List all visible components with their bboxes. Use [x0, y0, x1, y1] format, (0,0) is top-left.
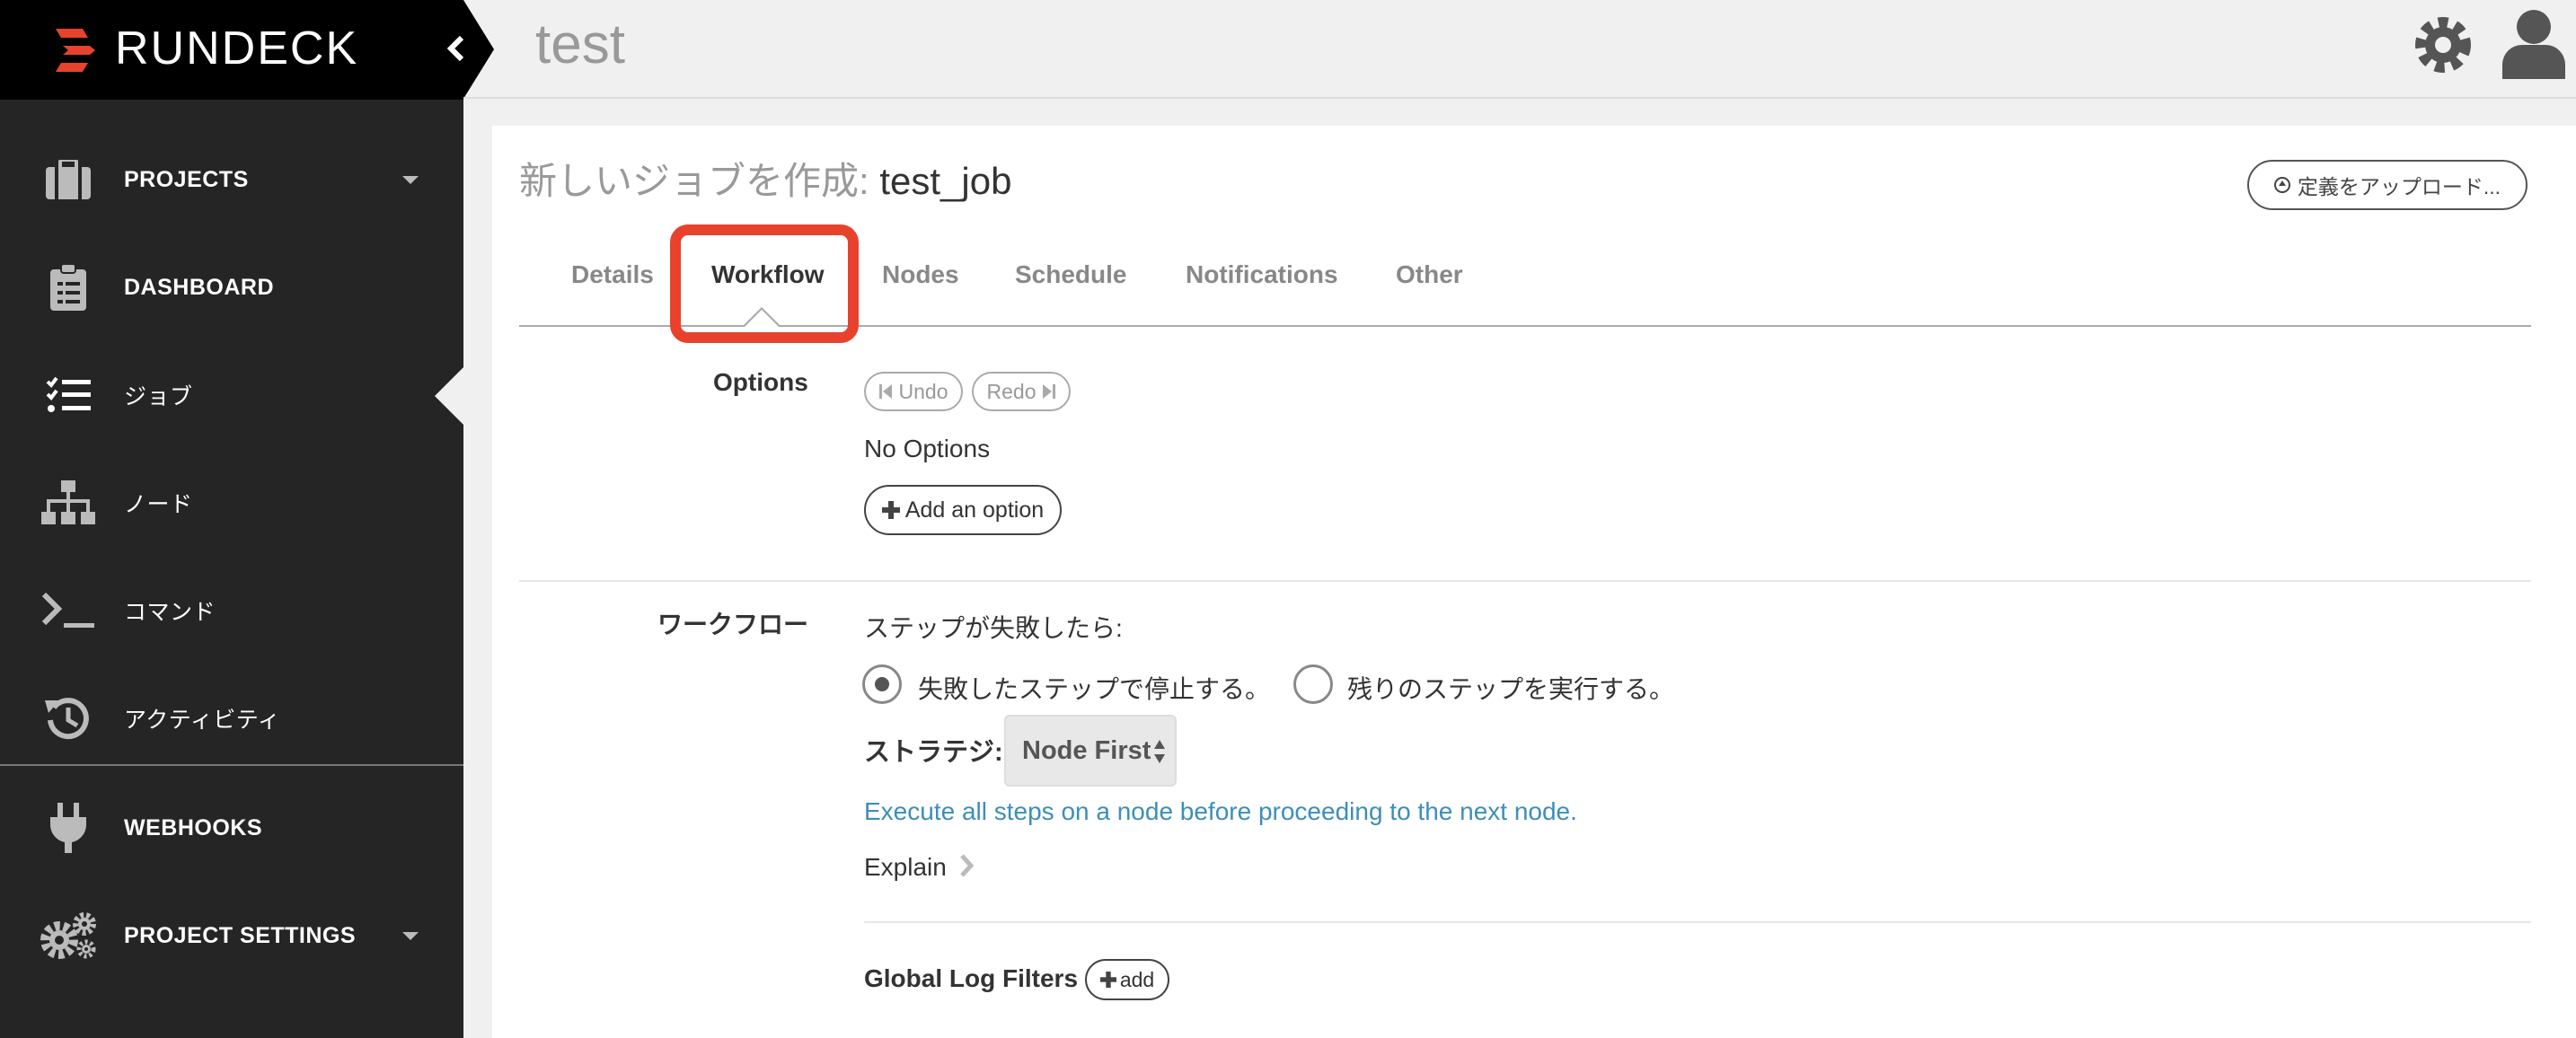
strategy-description: Execute all steps on a node before proce…	[864, 797, 1577, 825]
add-option-button[interactable]: Add an option	[864, 485, 1062, 535]
sidebar-item-project-settings[interactable]: PROJECT SETTINGS	[0, 893, 463, 979]
node-tree-icon	[40, 474, 97, 532]
skip-back-icon	[878, 384, 892, 399]
skip-forward-icon	[1043, 384, 1056, 399]
settings-button[interactable]	[2411, 13, 2475, 77]
sidebar-item-commands[interactable]: コマンド	[0, 567, 463, 654]
tab-other[interactable]: Other	[1396, 257, 1463, 293]
radio-stop-label[interactable]: 失敗したステップで停止する。	[918, 670, 1270, 706]
title-prefix: 新しいジョブを作成:	[519, 160, 869, 202]
tab-details[interactable]: Details	[571, 257, 654, 293]
upload-definition-label: 定義をアップロード...	[2297, 175, 2501, 198]
upload-icon	[2273, 177, 2290, 193]
briefcase-icon	[40, 151, 97, 208]
user-icon	[2502, 10, 2565, 79]
gear-icon	[2415, 17, 2471, 73]
redo-label: Redo	[986, 379, 1037, 403]
tab-notifications[interactable]: Notifications	[1186, 257, 1338, 293]
sidebar-item-nodes[interactable]: ノード	[0, 460, 463, 546]
project-title: test	[535, 13, 625, 75]
job-name: test_job	[879, 160, 1012, 202]
sidebar-item-label: PROJECTS	[124, 166, 249, 192]
strategy-select[interactable]: Node First	[1004, 715, 1177, 787]
brand-name: RUNDECK	[115, 22, 359, 75]
options-section-label: Options	[713, 368, 808, 396]
tab-nodes[interactable]: Nodes	[882, 257, 959, 293]
sidebar-item-dashboard[interactable]: DASHBOARD	[0, 244, 463, 330]
strategy-label: ストラテジ:	[864, 738, 1003, 767]
job-list-icon	[40, 366, 97, 424]
radio-continue-label[interactable]: 残りのステップを実行する。	[1347, 670, 1674, 706]
radio-continue-on-fail[interactable]	[1293, 664, 1333, 704]
user-menu-button[interactable]	[2502, 9, 2565, 79]
undo-label: Undo	[898, 379, 948, 403]
chevron-down-icon	[402, 175, 419, 184]
active-item-pointer	[435, 367, 463, 425]
sidebar-item-label: ノード	[124, 492, 193, 517]
highlight-annotation	[670, 224, 859, 343]
workflow-section-label: ワークフロー	[657, 611, 809, 638]
add-log-filter-label: add	[1119, 967, 1155, 991]
global-log-filters-label: Global Log Filters	[864, 964, 1079, 992]
chevron-down-icon	[402, 931, 419, 940]
clipboard-icon	[40, 259, 97, 316]
brand-header[interactable]: RUNDECK	[0, 0, 463, 100]
no-options-text: No Options	[864, 435, 991, 462]
section-divider	[864, 921, 2531, 923]
sidebar-item-activity[interactable]: アクティビティ	[0, 675, 463, 761]
plus-icon	[1099, 972, 1116, 988]
section-divider	[519, 580, 2531, 582]
on-fail-label: ステップが失敗したら:	[864, 614, 1123, 642]
sidebar-item-label: PROJECT SETTINGS	[124, 922, 357, 948]
sidebar-item-label: ジョブ	[124, 384, 193, 409]
plug-icon	[40, 799, 97, 857]
sidebar-item-projects[interactable]: PROJECTS	[0, 136, 463, 223]
sidebar-item-label: DASHBOARD	[124, 274, 274, 300]
strategy-value: Node First	[1022, 735, 1151, 765]
select-arrows-icon	[1154, 740, 1165, 763]
history-icon	[40, 690, 97, 747]
page-title: 新しいジョブを作成: test_job	[519, 154, 1011, 208]
upload-definition-button[interactable]: 定義をアップロード...	[2247, 160, 2527, 210]
redo-button[interactable]: Redo	[972, 372, 1071, 411]
sidebar-item-label: アクティビティ	[124, 708, 281, 733]
add-option-label: Add an option	[904, 497, 1045, 523]
add-log-filter-button[interactable]: add	[1085, 959, 1169, 1000]
explain-toggle[interactable]: Explain	[864, 853, 947, 882]
sidebar-divider	[0, 764, 463, 766]
header-divider	[463, 97, 2576, 99]
radio-stop-on-fail[interactable]	[862, 664, 902, 704]
terminal-icon	[40, 582, 97, 639]
sidebar-item-jobs[interactable]: ジョブ	[0, 352, 463, 438]
sidebar-item-label: WEBHOOKS	[124, 814, 262, 840]
sidebar-item-webhooks[interactable]: WEBHOOKS	[0, 785, 463, 871]
tab-schedule[interactable]: Schedule	[1015, 257, 1126, 293]
sidebar-item-label: コマンド	[124, 600, 216, 625]
undo-button[interactable]: Undo	[864, 372, 963, 411]
gears-icon	[40, 907, 97, 964]
rundeck-logo-icon	[56, 29, 95, 72]
chevron-left-icon	[446, 34, 474, 65]
sidebar: RUNDECK PROJECTS DASHBOARD ジョブ ノード コマンド	[0, 0, 463, 1038]
plus-icon	[881, 501, 900, 519]
chevron-right-icon	[960, 854, 974, 877]
